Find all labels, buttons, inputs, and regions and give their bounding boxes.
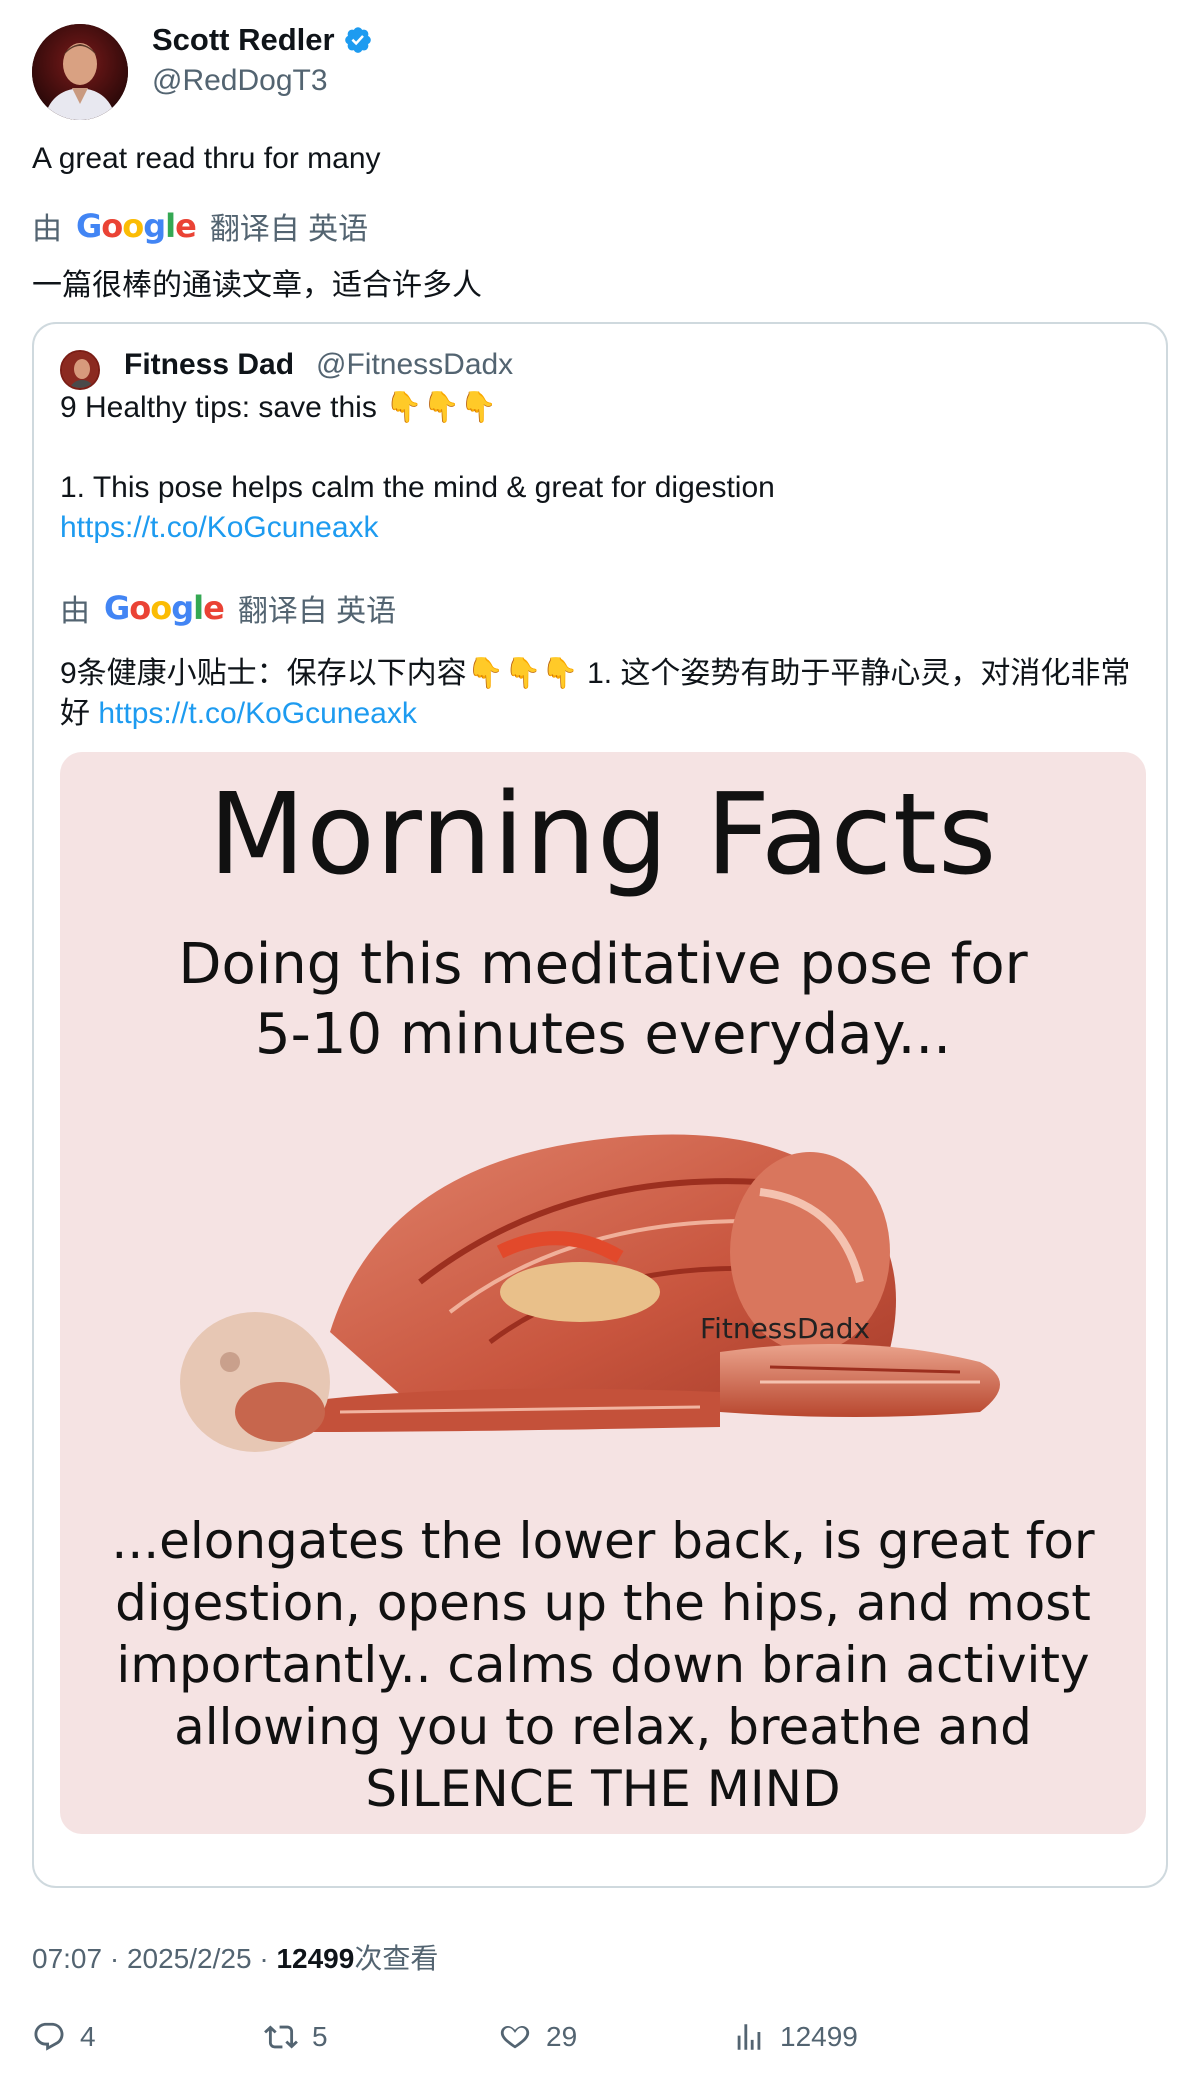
tweet-view-count: 12499 (276, 1943, 355, 1974)
quoted-link[interactable]: https://t.co/KoGcuneaxk (60, 508, 379, 548)
tweet-date[interactable]: 2025/2/25 (127, 1943, 252, 1974)
media-subtitle-line2: 5-10 minutes everyday... (254, 1002, 951, 1067)
media-body-line2: digestion, opens up the hips, and most (115, 1574, 1091, 1632)
retweet-button[interactable]: 5 (264, 2020, 328, 2054)
media-subtitle-line1: Doing this meditative pose for (178, 932, 1028, 997)
tweet-view-label: 次查看 (354, 1943, 439, 1974)
tweet-time[interactable]: 07:07 (32, 1943, 102, 1974)
translation-prefix: 由 (32, 213, 62, 246)
translation-suffix: 翻译自 英语 (209, 213, 369, 246)
retweet-icon (264, 2025, 298, 2049)
tweet-text: A great read thru for many (32, 142, 381, 175)
media-body-line3: importantly.. calms down brain activity (116, 1636, 1090, 1694)
quoted-tweet-card[interactable]: Fitness Dad @FitnessDadx 9 Healthy tips:… (32, 322, 1168, 1888)
muscle-pose-illustration (180, 1134, 1000, 1452)
reply-count: 4 (80, 2021, 96, 2052)
quoted-translated-link[interactable]: https://t.co/KoGcuneaxk (98, 697, 417, 730)
like-button[interactable]: 29 (498, 2020, 577, 2054)
like-icon (500, 2025, 530, 2049)
google-logo: Google (104, 589, 225, 627)
translation-attribution: 由 Google 翻译自 英语 (32, 204, 368, 248)
tweet-meta: 07:07 · 2025/2/25 · 12499次查看 (32, 1943, 439, 1974)
media-subtitle: Doing this meditative pose for 5-10 minu… (60, 930, 1146, 1070)
quoted-author-name[interactable]: Fitness Dad (124, 348, 294, 382)
tweet: Scott Redler @RedDogT3 A great read thru… (0, 0, 1196, 2080)
quoted-text-line2: 1. This pose helps calm the mind & great… (60, 471, 775, 504)
quoted-author-avatar[interactable] (60, 350, 100, 390)
media-body-text: ...elongates the lower back, is great fo… (80, 1510, 1126, 1820)
quoted-translated-text: 9条健康小贴士：保存以下内容👇👇👇 1. 这个姿势有助于平静心灵，对消化非常好 … (60, 654, 1150, 734)
author-name-row[interactable]: Scott Redler (152, 22, 373, 58)
translated-tweet-text: 一篇很棒的通读文章，适合许多人 (32, 269, 482, 302)
media-watermark: FitnessDadx (700, 1312, 871, 1345)
google-logo: Google (76, 207, 197, 245)
media-body-line5: SILENCE THE MIND (365, 1760, 841, 1818)
media-title: Morning Facts (208, 770, 998, 900)
like-count: 29 (546, 2021, 578, 2052)
translation-suffix: 翻译自 英语 (237, 595, 397, 628)
quoted-text-line1: 9 Healthy tips: save this 👇👇👇 (60, 391, 498, 424)
action-bar: 4 5 29 12499 (32, 2020, 1162, 2068)
author-name[interactable]: Scott Redler (152, 22, 335, 58)
quoted-media-image[interactable]: Morning Facts Doing this meditative pose… (60, 752, 1146, 1834)
reply-icon (34, 2022, 64, 2051)
verified-icon (344, 27, 371, 53)
quoted-translation-attribution: 由 Google 翻译自 英语 (60, 586, 396, 630)
reply-button[interactable]: 4 (32, 2020, 96, 2054)
views-icon (737, 2024, 761, 2050)
media-body-line4: allowing you to relax, breathe and (174, 1698, 1032, 1756)
quoted-author-handle[interactable]: @FitnessDadx (316, 348, 513, 382)
views-count: 12499 (780, 2021, 858, 2052)
author-avatar[interactable] (32, 24, 128, 120)
translation-prefix: 由 (60, 595, 90, 628)
media-body-line1: ...elongates the lower back, is great fo… (111, 1512, 1095, 1570)
views-button[interactable]: 12499 (732, 2020, 858, 2054)
author-handle[interactable]: @RedDogT3 (152, 64, 328, 98)
retweet-count: 5 (312, 2021, 328, 2052)
